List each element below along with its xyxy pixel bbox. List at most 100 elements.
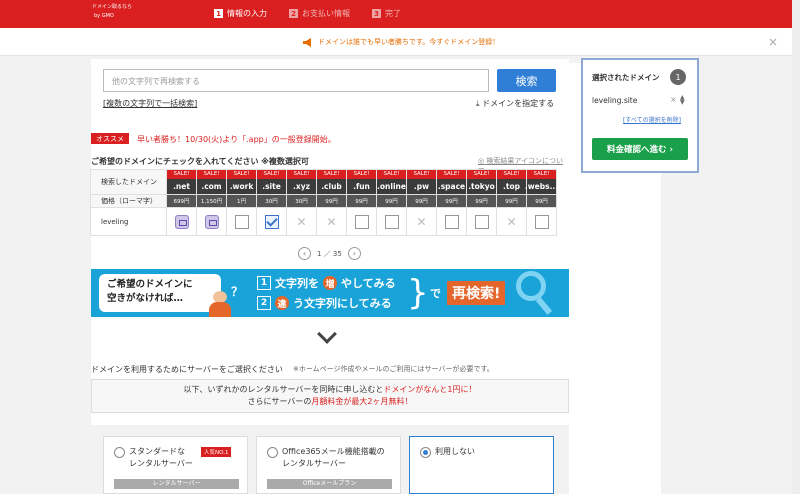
research-banner[interactable]: ご希望のドメインに 空きがなければ… ？ 1 文字列を増やしてみる 2 違う文字列にし… (91, 269, 569, 317)
research-label: 再検索! (447, 281, 506, 305)
sale-badge: SALE! (287, 170, 316, 179)
page-scrollbar[interactable] (792, 0, 800, 494)
promo-line: オススメ 早い者勝ち！10/30(火)より「.app」の一般登録開始。 (91, 131, 569, 147)
person-illustration (209, 291, 231, 317)
tld-price: 99円 (526, 194, 557, 208)
server-note: ※ホームページ作成やメールのご利用にはサーバーが必要です。 (293, 365, 494, 373)
sale-badge: SALE! (527, 170, 556, 179)
server-offer-box: 以下、いずれかのレンタルサーバーを同時に申し込むとドメインがなんと1円に！ さら… (91, 379, 569, 413)
sale-badge: SALE! (167, 170, 196, 179)
server-title: ドメインを利用するためにサーバーをご選択ください (91, 365, 283, 374)
tld-header: SALE! .fun (346, 169, 377, 195)
table-heading: ご希望のドメインにチェックを入れてください ※複数選択可 (91, 157, 309, 166)
mail-icon[interactable] (174, 214, 189, 229)
tld-price: 99円 (466, 194, 497, 208)
promo-text[interactable]: 早い者勝ち！10/30(火)より「.app」の一般登録開始。 (137, 134, 336, 145)
popular-badge: 人気NO.1 (201, 447, 232, 457)
search-button[interactable]: 検索 (497, 69, 556, 92)
next-page-button[interactable]: › (347, 247, 361, 260)
tld-header: SALE! .work (226, 169, 257, 195)
page-indicator: 1 ／ 35 (317, 249, 342, 258)
step-complete: 3 完了 (372, 8, 401, 19)
tld-header: SALE! .tokyo (466, 169, 497, 195)
domain-checkbox-checked[interactable] (264, 214, 279, 229)
step-input: 1 情報の入力 (214, 8, 267, 19)
bulk-search-link[interactable]: [複数の文字列で一括検索] (103, 98, 197, 109)
tld-price: 30円 (256, 194, 287, 208)
tld-price: 99円 (316, 194, 347, 208)
sale-badge: SALE! (227, 170, 256, 179)
info-icon: ◎ (478, 157, 485, 165)
research-input[interactable]: 他の文字列で再検索する (103, 69, 489, 92)
domain-cell (526, 207, 557, 236)
domain-checkbox[interactable] (534, 214, 549, 229)
tld-price: 699円 (166, 194, 197, 208)
site-header: ドメイン取るなら お名前.comby GMO 1情報の入力 2お支払い情報 3完… (0, 0, 800, 494)
pagination: ‹ 1 ／ 35 › (298, 247, 361, 260)
tld-header: SALE! .pw (406, 169, 437, 195)
tld-price: 99円 (436, 194, 467, 208)
progress-steps: 1 情報の入力 2 お支払い情報 3 完了 (214, 8, 401, 19)
tld-header: SALE! .webs... (525, 169, 558, 195)
sale-badge: SALE! (197, 170, 226, 179)
server-option-office365[interactable]: Office365メール機能搭載の レンタルサーバー Officeメールプラン (256, 436, 401, 494)
sale-badge: SALE! (437, 170, 466, 179)
tld-price: 99円 (376, 194, 407, 208)
mail-icon[interactable] (204, 214, 219, 229)
tld-price: 99円 (346, 194, 377, 208)
magnifier-icon (516, 271, 546, 301)
domain-checkbox[interactable] (234, 214, 249, 229)
domain-checkbox[interactable] (444, 214, 459, 229)
radio-office365[interactable] (267, 447, 278, 458)
tld-header: SALE! .com (196, 169, 227, 195)
proceed-to-pricing-button[interactable]: 料金確認へ進む › (592, 138, 688, 160)
domain-cell (466, 207, 497, 236)
domain-checkbox[interactable] (384, 214, 399, 229)
radio-none[interactable] (420, 447, 431, 458)
server-option-standard[interactable]: スタンダードな レンタルサーバー 人気NO.1 レンタルサーバー (103, 436, 248, 494)
domain-cell (256, 207, 287, 236)
server-option-none[interactable]: 利用しない (409, 436, 554, 494)
sale-badge: SALE! (497, 170, 526, 179)
tld-header: SALE! .top (496, 169, 527, 195)
close-icon[interactable]: × (768, 35, 778, 49)
arrow-down-icon: ⤓ (476, 99, 480, 108)
domain-checkbox[interactable] (474, 214, 489, 229)
sale-badge: SALE! (377, 170, 406, 179)
banner-option-2: 2 違う文字列にしてみる (257, 295, 392, 311)
selected-title: 選択されたドメイン (592, 73, 660, 82)
server-options: スタンダードな レンタルサーバー 人気NO.1 レンタルサーバー Office36… (91, 425, 569, 494)
tld-header: SALE! .club (316, 169, 347, 195)
radio-standard[interactable] (114, 447, 125, 458)
search-results-panel: 他の文字列で再検索する 検索 [複数の文字列で一括検索] ⤓ ドメインを指定する… (90, 59, 569, 494)
specify-domain-link[interactable]: ⤓ ドメインを指定する (476, 98, 554, 109)
sale-badge: SALE! (257, 170, 286, 179)
sale-badge: SALE! (347, 170, 376, 179)
domain-checkbox[interactable] (354, 214, 369, 229)
query-label: leveling (90, 207, 167, 236)
selected-domains-panel: 選択されたドメイン 1 leveling.site × ▲ ▼ [すべての選択を削… (581, 58, 699, 173)
banner-bubble: ご希望のドメインに 空きがなければ… (99, 274, 221, 312)
tld-header: SALE! .space (436, 169, 467, 195)
notice-bar: ドメインは誰でも早い者勝ちです。今すぐドメイン登録！ × (0, 28, 800, 56)
sort-arrows-icon[interactable]: ▲ ▼ (680, 95, 685, 106)
step-payment: 2 お支払い情報 (289, 8, 350, 19)
unavailable-icon: ✕ (296, 214, 307, 229)
prev-page-button[interactable]: ‹ (298, 247, 311, 260)
banner-option-1: 1 文字列を増やしてみる (257, 275, 396, 291)
tld-header: SALE! .online (376, 169, 407, 195)
remove-domain-icon[interactable]: × (670, 95, 677, 104)
onamae-logo[interactable]: ドメイン取るなら お名前.comby GMO (92, 4, 661, 494)
clear-all-link[interactable]: [すべての選択を削除] (623, 115, 681, 124)
domain-cell: ✕ (406, 207, 437, 236)
unavailable-icon: ✕ (506, 214, 517, 229)
tld-header: SALE! .net (166, 169, 197, 195)
tld-price: 99円 (406, 194, 437, 208)
tld-price: 1,150円 (196, 194, 227, 208)
domain-cell (226, 207, 257, 236)
domain-cell (376, 207, 407, 236)
domain-cell (196, 207, 227, 236)
tld-price: 1円 (226, 194, 257, 208)
tld-price: 30円 (286, 194, 317, 208)
recommend-badge: オススメ (91, 133, 129, 144)
